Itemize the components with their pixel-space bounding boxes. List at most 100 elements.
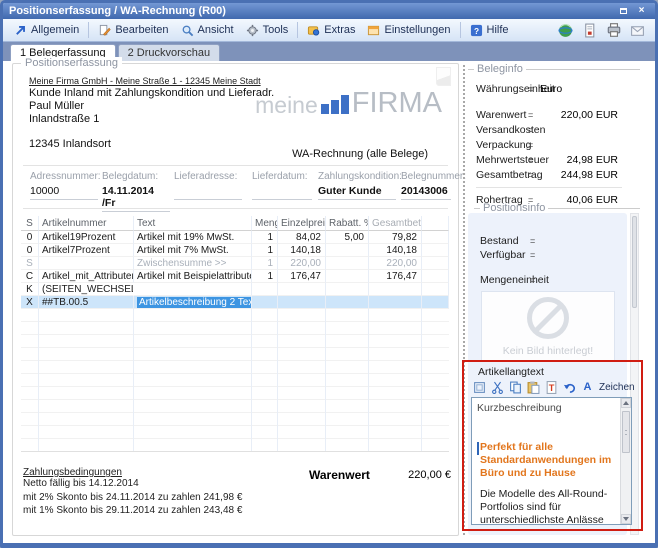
- field-belegdatum[interactable]: Belegdatum: 14.11.2014 /Fr: [102, 171, 170, 212]
- editor-scrollbar[interactable]: [620, 398, 631, 524]
- field-value[interactable]: [174, 185, 242, 197]
- cell-selected[interactable]: [326, 296, 369, 309]
- cell[interactable]: [369, 283, 422, 296]
- cell[interactable]: [134, 283, 252, 296]
- cut-icon[interactable]: [490, 380, 505, 395]
- cell[interactable]: K: [21, 283, 39, 296]
- cell[interactable]: 0: [21, 244, 39, 257]
- scroll-down-icon[interactable]: [621, 514, 631, 524]
- field-zahlungskondition[interactable]: Zahlungskondition: Guter Kunde: [318, 171, 396, 200]
- cell[interactable]: Artikel_mit_Attributen: [39, 270, 134, 283]
- scroll-up-icon[interactable]: [621, 398, 631, 408]
- cell[interactable]: 84,02: [278, 231, 326, 244]
- cell-selected[interactable]: ##TB.00.5: [39, 296, 134, 309]
- field-value[interactable]: Guter Kunde: [318, 185, 396, 197]
- cell[interactable]: [422, 283, 449, 296]
- cell-selected[interactable]: [278, 296, 326, 309]
- pane-splitter[interactable]: [463, 65, 465, 535]
- cell[interactable]: 140,18: [369, 244, 422, 257]
- field-value[interactable]: [252, 185, 312, 197]
- cell[interactable]: 1: [252, 231, 278, 244]
- address-line: Paul Müller: [29, 100, 84, 112]
- empty-grid-rows[interactable]: [21, 309, 449, 452]
- cell[interactable]: 1: [252, 244, 278, 257]
- cell[interactable]: [326, 283, 369, 296]
- col-header-rabatt[interactable]: Rabatt. %: [326, 216, 369, 231]
- menu-extras[interactable]: Extras: [301, 22, 361, 39]
- cell[interactable]: [422, 231, 449, 244]
- paste-text-icon[interactable]: T: [544, 380, 559, 395]
- cell[interactable]: 176,47: [369, 270, 422, 283]
- cell-selected[interactable]: X: [21, 296, 39, 309]
- print-icon[interactable]: [605, 22, 622, 39]
- cell[interactable]: 5,00: [326, 231, 369, 244]
- cell[interactable]: [326, 257, 369, 270]
- cell[interactable]: 0: [21, 231, 39, 244]
- field-lieferdatum[interactable]: Lieferdatum:: [252, 171, 312, 200]
- export-document-icon[interactable]: [581, 22, 598, 39]
- positions-table[interactable]: S Artikelnummer Text Menge Einzelpreis R…: [21, 216, 449, 452]
- col-header-menge[interactable]: Menge: [252, 216, 278, 231]
- col-header-gesamtbetrag[interactable]: Gesamtbetrag: [369, 216, 422, 231]
- col-header-text[interactable]: Text: [134, 216, 252, 231]
- field-adressnummer[interactable]: Adressnummer: 10000: [30, 171, 98, 200]
- restore-button[interactable]: [616, 5, 631, 18]
- cell-selected[interactable]: Artikelbeschreibung 2 Textbaustein: [134, 296, 252, 309]
- menu-einstellungen[interactable]: Einstellungen: [361, 22, 456, 39]
- scrollbar-thumb[interactable]: [632, 216, 637, 308]
- cell[interactable]: 1: [252, 270, 278, 283]
- richtext-editor[interactable]: Kurzbeschreibung Perfekt für alle Standa…: [471, 397, 632, 525]
- menu-hilfe[interactable]: ? Hilfe: [464, 22, 515, 39]
- row-value: 220,00 EUR: [561, 109, 618, 121]
- cell[interactable]: S: [21, 257, 39, 270]
- field-value[interactable]: 14.11.2014 /Fr: [102, 185, 170, 209]
- menu-tools[interactable]: Tools: [240, 22, 295, 39]
- cell[interactable]: 176,47: [278, 270, 326, 283]
- cell[interactable]: 1: [252, 257, 278, 270]
- col-header-artikelnummer[interactable]: Artikelnummer: [39, 216, 134, 231]
- cell[interactable]: Artikel19Prozent: [39, 231, 134, 244]
- cell-selected[interactable]: [422, 296, 449, 309]
- cell-selected[interactable]: [252, 296, 278, 309]
- cell[interactable]: 79,82: [369, 231, 422, 244]
- cell[interactable]: [39, 257, 134, 270]
- field-belegnummer[interactable]: Belegnummer: 20143006: [401, 171, 451, 200]
- cell[interactable]: Artikel7Prozent: [39, 244, 134, 257]
- cell-selected[interactable]: [369, 296, 422, 309]
- cell[interactable]: Artikel mit 19% MwSt.: [134, 231, 252, 244]
- close-button[interactable]: ×: [634, 5, 649, 18]
- field-lieferadresse[interactable]: Lieferadresse:: [174, 171, 242, 200]
- cell[interactable]: [252, 283, 278, 296]
- cell[interactable]: [326, 244, 369, 257]
- font-icon[interactable]: A: [580, 380, 595, 395]
- cell[interactable]: Zwischensumme >>: [134, 257, 252, 270]
- cell[interactable]: (SEITEN_WECHSEL): [39, 283, 134, 296]
- scrollbar-thumb[interactable]: [622, 411, 630, 453]
- menu-ansicht[interactable]: Ansicht: [175, 22, 240, 39]
- cell[interactable]: [278, 283, 326, 296]
- expand-icon[interactable]: [472, 380, 487, 395]
- cell[interactable]: [422, 244, 449, 257]
- cell[interactable]: 140,18: [278, 244, 326, 257]
- menu-allgemein[interactable]: Allgemein: [8, 22, 85, 39]
- paste-icon[interactable]: [526, 380, 541, 395]
- cell[interactable]: Artikel mit Beispielattributen: [134, 270, 252, 283]
- tab-druckvorschau[interactable]: 2 Druckvorschau: [118, 44, 221, 61]
- cell[interactable]: 220,00: [369, 257, 422, 270]
- cell[interactable]: C: [21, 270, 39, 283]
- field-value[interactable]: 20143006: [401, 185, 451, 197]
- col-header-einzelpreis[interactable]: Einzelpreis: [278, 216, 326, 231]
- col-header-s[interactable]: S: [21, 216, 39, 231]
- menu-bearbeiten[interactable]: Bearbeiten: [92, 22, 174, 39]
- cell[interactable]: Artikel mit 7% MwSt.: [134, 244, 252, 257]
- mail-icon[interactable]: [629, 22, 646, 39]
- cell[interactable]: [326, 270, 369, 283]
- undo-icon[interactable]: [562, 380, 577, 395]
- web-icon[interactable]: [557, 22, 574, 39]
- cell[interactable]: 220,00: [278, 257, 326, 270]
- cell[interactable]: [422, 257, 449, 270]
- copy-icon[interactable]: [508, 380, 523, 395]
- cell[interactable]: [422, 270, 449, 283]
- zeichen-label[interactable]: Zeichen: [598, 382, 636, 393]
- field-value[interactable]: 10000: [30, 185, 98, 197]
